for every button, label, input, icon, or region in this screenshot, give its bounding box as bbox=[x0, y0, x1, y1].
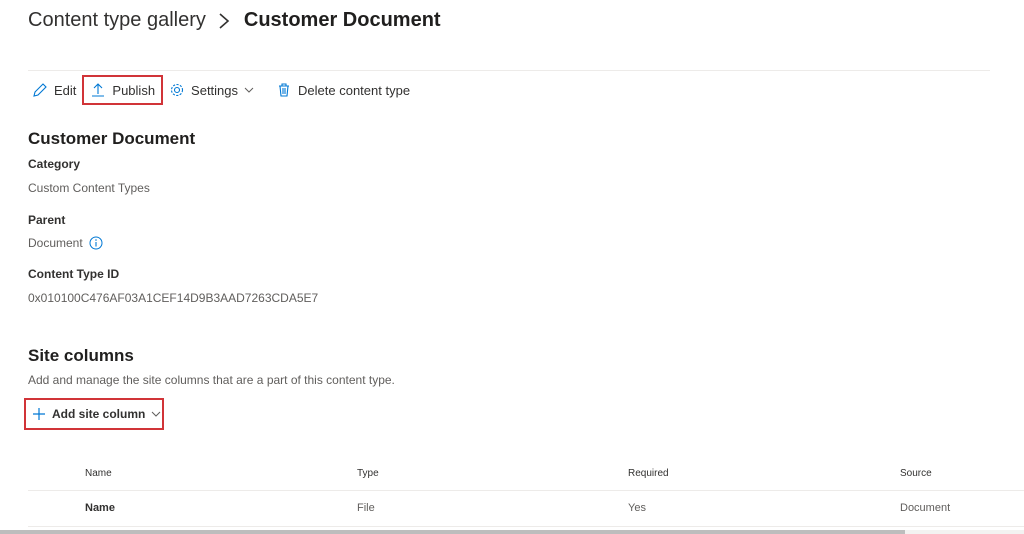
add-site-column-button[interactable]: Add site column bbox=[24, 398, 164, 430]
column-header-type[interactable]: Type bbox=[357, 468, 379, 479]
plus-icon bbox=[33, 408, 45, 420]
cell-name[interactable]: Name bbox=[85, 502, 115, 514]
edit-label: Edit bbox=[54, 82, 77, 98]
chevron-down-icon bbox=[151, 411, 161, 417]
site-columns-description: Add and manage the site columns that are… bbox=[28, 373, 395, 387]
cell-type: File bbox=[357, 502, 375, 514]
category-value: Custom Content Types bbox=[28, 181, 150, 195]
info-icon[interactable] bbox=[89, 236, 103, 250]
site-columns-title: Site columns bbox=[28, 346, 134, 365]
parent-label: Parent bbox=[28, 213, 66, 227]
settings-button[interactable]: Settings bbox=[165, 78, 264, 102]
chevron-down-icon bbox=[244, 87, 254, 93]
scrollbar-thumb[interactable] bbox=[0, 530, 905, 534]
settings-label: Settings bbox=[191, 82, 239, 98]
gear-icon bbox=[170, 83, 184, 97]
cell-source: Document bbox=[900, 502, 951, 514]
table-row[interactable]: Name File Yes Document bbox=[28, 491, 1024, 527]
parent-value: Document bbox=[28, 236, 83, 250]
column-header-name[interactable]: Name bbox=[85, 468, 112, 479]
content-type-id-label: Content Type ID bbox=[28, 267, 120, 281]
add-site-column-label: Add site column bbox=[52, 407, 146, 421]
chevron-right-icon bbox=[218, 11, 234, 31]
content-type-title: Customer Document bbox=[28, 129, 196, 148]
delete-label: Delete content type bbox=[298, 82, 411, 98]
breadcrumb: Content type gallery Customer Document bbox=[28, 9, 441, 32]
horizontal-scrollbar[interactable] bbox=[0, 530, 1024, 534]
category-label: Category bbox=[28, 157, 81, 171]
edit-button[interactable]: Edit bbox=[28, 78, 80, 102]
parent-value-row: Document bbox=[28, 236, 103, 250]
publish-button[interactable]: Publish bbox=[82, 75, 164, 105]
publish-label: Publish bbox=[112, 82, 156, 98]
breadcrumb-current: Customer Document bbox=[243, 9, 441, 31]
content-type-id-value: 0x010100C476AF03A1CEF14D9B3AAD7263CDA5E7 bbox=[28, 291, 319, 305]
cell-required: Yes bbox=[628, 502, 646, 514]
pencil-icon bbox=[33, 83, 47, 97]
upload-icon bbox=[92, 83, 105, 97]
trash-icon bbox=[279, 83, 290, 97]
column-header-required[interactable]: Required bbox=[628, 468, 669, 479]
divider bbox=[28, 70, 990, 71]
table-header: Name Type Required Source bbox=[28, 458, 1024, 491]
column-header-source[interactable]: Source bbox=[900, 468, 932, 479]
site-columns-table: Name Type Required Source Name File Yes … bbox=[28, 458, 1024, 527]
command-bar: Edit Publish Settings Delete content typ… bbox=[28, 75, 414, 105]
delete-content-type-button[interactable]: Delete content type bbox=[272, 78, 414, 102]
breadcrumb-content-type-gallery[interactable]: Content type gallery bbox=[28, 9, 206, 32]
